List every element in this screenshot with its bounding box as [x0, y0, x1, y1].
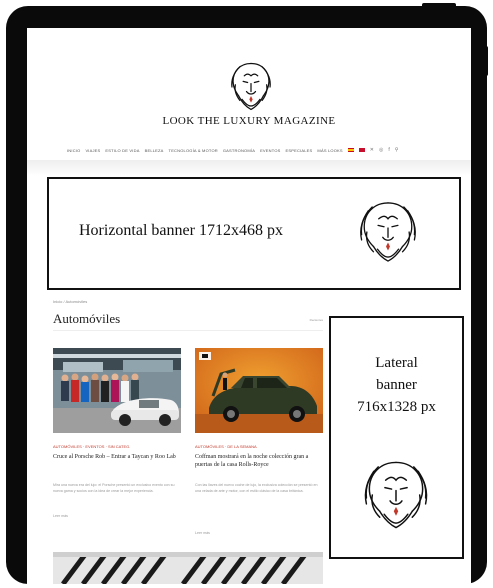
article-image[interactable]	[53, 552, 323, 584]
nav-item[interactable]: Inicio	[67, 148, 80, 153]
article-title[interactable]: Coffman mostrará en la noche colección g…	[195, 454, 323, 469]
uk-flag-icon[interactable]	[358, 148, 365, 152]
read-more-link[interactable]: Leer más	[53, 514, 93, 518]
nav-item[interactable]: Viajes	[85, 148, 100, 153]
nav-item[interactable]: Gastronomía	[223, 148, 255, 153]
x-icon[interactable]: ✕	[370, 147, 374, 153]
site-wordmark[interactable]: LOOK THE LUXURY MAGAZINE	[27, 115, 471, 127]
lateral-banner-line: banner	[376, 377, 417, 393]
lion-head-icon	[360, 202, 416, 262]
article-category[interactable]: AUTOMÓVILES · EVENTOS · SIN CATEG.	[53, 444, 181, 449]
car-photo-image	[195, 348, 323, 433]
tablet-side-button	[484, 46, 488, 76]
article-excerpt: Mira una nueva era del lujo: el Porsche …	[53, 483, 175, 493]
tablet-frame: LOOK THE LUXURY MAGAZINE Inicio Viajes E…	[6, 3, 488, 584]
tablet-top-button	[422, 3, 456, 7]
search-icon[interactable]: ⚲	[395, 147, 399, 153]
lateral-banner-line: 716x1328 px	[357, 399, 436, 415]
nav-item[interactable]: Tecnología & Motor	[169, 148, 218, 153]
banner-logo	[359, 458, 433, 532]
screen: LOOK THE LUXURY MAGAZINE Inicio Viajes E…	[27, 28, 471, 584]
nav-item[interactable]: Belleza	[145, 148, 164, 153]
architecture-photo-image	[53, 552, 323, 584]
header-shadow	[27, 160, 471, 176]
article-category[interactable]: AUTOMÓVILES · DE LA SEMANA	[195, 444, 323, 449]
main-nav: Inicio Viajes Estilo de vida Belleza Tec…	[67, 145, 463, 155]
breadcrumb[interactable]: Inicio / Automóviles	[53, 299, 87, 304]
article-image[interactable]	[53, 348, 181, 433]
banner-logo	[355, 199, 421, 265]
divider	[53, 330, 323, 331]
lion-head-icon	[364, 461, 428, 529]
nav-item[interactable]: Más looks	[317, 148, 342, 153]
read-more-link[interactable]: Leer más	[195, 531, 235, 535]
lion-head-icon	[231, 62, 271, 111]
sort-dropdown[interactable]: Recientes	[297, 318, 323, 322]
instagram-icon[interactable]: ◎	[379, 147, 383, 153]
site-logo[interactable]	[223, 59, 279, 115]
spain-flag-icon[interactable]	[347, 148, 354, 152]
article-image[interactable]	[195, 348, 323, 433]
article-excerpt: Con las llaves del nuevo coche de lujo, …	[195, 483, 318, 493]
nav-item[interactable]: Especiales	[286, 148, 313, 153]
article-title[interactable]: Cruce al Porsche Rob – Entrar a Taycan y…	[53, 454, 181, 462]
lateral-banner-line: Lateral	[375, 355, 418, 371]
nav-item[interactable]: Eventos	[260, 148, 280, 153]
lateral-banner-label: Lateral banner 716x1328 px	[331, 352, 462, 418]
lateral-banner[interactable]: Lateral banner 716x1328 px	[329, 316, 464, 559]
horizontal-banner[interactable]: Horizontal banner 1712x468 px	[47, 177, 461, 290]
horizontal-banner-label: Horizontal banner 1712x468 px	[79, 222, 283, 239]
page-title: Automóviles	[53, 311, 121, 326]
facebook-icon[interactable]: f	[388, 147, 389, 153]
nav-item[interactable]: Estilo de vida	[105, 148, 139, 153]
group-photo-image	[53, 348, 181, 433]
